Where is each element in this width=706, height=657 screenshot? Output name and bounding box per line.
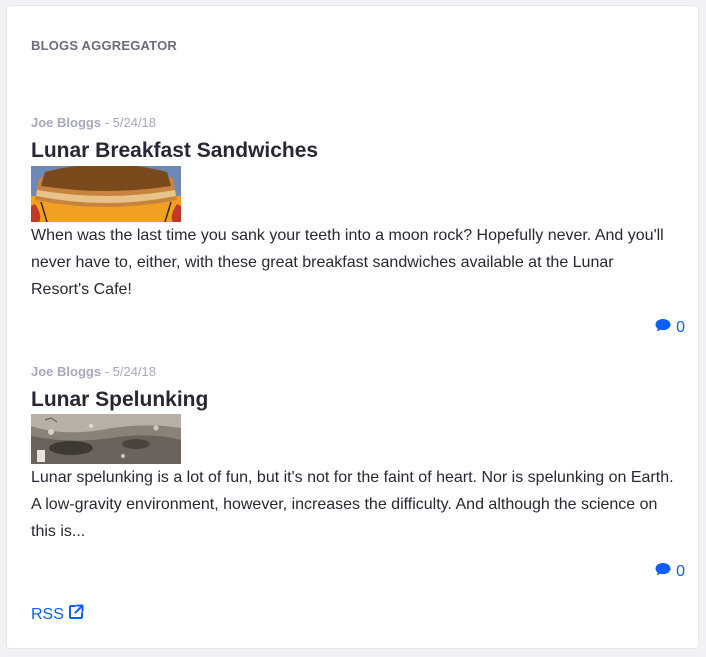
entry-author[interactable]: Joe Bloggs xyxy=(31,364,101,379)
entry-thumbnail[interactable] xyxy=(31,414,181,464)
entry-date: 5/24/18 xyxy=(112,364,157,379)
blog-entry: Joe Bloggs - 5/24/18 Lunar Spelunking Lu… xyxy=(31,364,685,580)
entry-date: 5/24/18 xyxy=(112,115,157,130)
rss-link[interactable]: RSS xyxy=(31,604,84,625)
widget-title: BLOGS AGGREGATOR xyxy=(31,38,177,53)
comment-count: 0 xyxy=(676,318,685,336)
meta-separator: - xyxy=(101,364,113,379)
external-link-icon xyxy=(68,604,84,625)
blogs-aggregator-card: BLOGS AGGREGATOR Joe Bloggs - 5/24/18 Lu… xyxy=(6,5,699,649)
entry-summary: When was the last time you sank your tee… xyxy=(31,227,664,298)
entry-author[interactable]: Joe Bloggs xyxy=(31,115,101,130)
entry-title-link[interactable]: Lunar Spelunking xyxy=(31,387,671,413)
blog-entry: Joe Bloggs - 5/24/18 Lunar Breakfast San… xyxy=(31,115,685,336)
comment-icon xyxy=(655,318,671,337)
comment-count: 0 xyxy=(676,562,685,580)
meta-separator: - xyxy=(101,115,113,130)
comments-link[interactable]: 0 xyxy=(655,562,685,581)
entry-thumbnail[interactable] xyxy=(31,166,181,222)
entry-title-link[interactable]: Lunar Breakfast Sandwiches xyxy=(31,138,671,164)
entry-meta: Joe Bloggs - 5/24/18 xyxy=(31,115,671,131)
entry-summary: Lunar spelunking is a lot of fun, but it… xyxy=(31,469,674,540)
rss-label: RSS xyxy=(31,605,64,623)
entry-meta: Joe Bloggs - 5/24/18 xyxy=(31,364,671,380)
comments-link[interactable]: 0 xyxy=(655,318,685,337)
comment-icon xyxy=(655,562,671,581)
